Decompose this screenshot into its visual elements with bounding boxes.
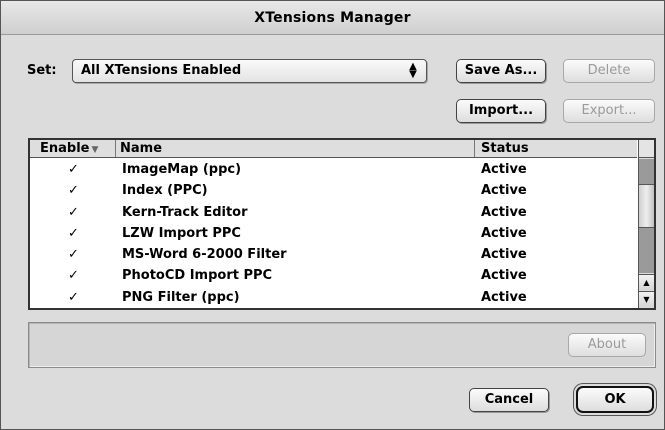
enabled-check-icon[interactable]: ✓ — [68, 180, 88, 201]
xtension-name: PNG Filter (ppc) — [122, 289, 240, 305]
xtension-status: Active — [481, 289, 527, 305]
xtension-status: Active — [481, 225, 527, 241]
xtensions-manager-dialog: XTensions Manager Set: All XTensions Ena… — [0, 0, 665, 430]
save-as-button[interactable]: Save As... — [456, 59, 546, 83]
scrollbar-thumb[interactable] — [639, 184, 654, 228]
xtensions-list: Enable ▼ Name Status ✓ ImageMap (ppc) Act… — [28, 138, 656, 310]
enabled-check-icon[interactable]: ✓ — [68, 265, 88, 286]
dialog-title: XTensions Manager — [1, 1, 664, 35]
enabled-check-icon[interactable]: ✓ — [68, 202, 88, 223]
table-row[interactable]: ✓ MS-Word 6-2000 Filter Active — [30, 244, 637, 265]
sort-indicator-icon: ▼ — [91, 145, 99, 155]
scroll-up-arrow-icon[interactable]: ▲ — [639, 274, 654, 290]
table-row[interactable]: ✓ PNG Filter (ppc) Active — [30, 287, 637, 308]
delete-button[interactable]: Delete — [563, 59, 655, 83]
xtension-status: Active — [481, 183, 527, 199]
about-button[interactable]: About — [568, 333, 646, 357]
list-header: Enable ▼ Name Status — [30, 140, 637, 158]
set-select[interactable]: All XTensions Enabled ▲ ▼ — [72, 59, 427, 83]
xtension-name: LZW Import PPC — [122, 225, 241, 241]
enabled-check-icon[interactable]: ✓ — [68, 223, 88, 244]
table-row[interactable]: ✓ Index (PPC) Active — [30, 180, 637, 201]
column-header-status[interactable]: Status — [477, 140, 637, 157]
cancel-button[interactable]: Cancel — [469, 388, 549, 412]
enabled-check-icon[interactable]: ✓ — [68, 287, 88, 308]
column-header-enable[interactable]: Enable ▼ — [30, 140, 116, 157]
import-button[interactable]: Import... — [456, 99, 546, 123]
enabled-check-icon[interactable]: ✓ — [68, 244, 88, 265]
column-header-name[interactable]: Name — [118, 140, 475, 157]
table-row[interactable]: ✓ ImageMap (ppc) Active — [30, 159, 637, 180]
xtension-status: Active — [481, 247, 527, 263]
set-label: Set: — [27, 63, 57, 78]
scrollbar-track[interactable] — [639, 159, 654, 273]
table-row[interactable]: ✓ Kern-Track Editor Active — [30, 202, 637, 223]
xtension-name: Kern-Track Editor — [122, 204, 248, 220]
xtension-status: Active — [481, 204, 527, 220]
enabled-check-icon[interactable]: ✓ — [68, 159, 88, 180]
scrollbar-header-corner — [639, 140, 654, 158]
description-panel: About — [28, 322, 656, 368]
xtension-status: Active — [481, 268, 527, 284]
xtension-status: Active — [481, 162, 527, 177]
set-selected-value: All XTensions Enabled — [81, 63, 242, 78]
xtension-name: Index (PPC) — [122, 183, 208, 199]
xtension-name: MS-Word 6-2000 Filter — [122, 247, 287, 263]
export-button[interactable]: Export... — [563, 99, 655, 123]
table-row[interactable]: ✓ LZW Import PPC Active — [30, 223, 637, 244]
xtension-name: ImageMap (ppc) — [122, 162, 242, 177]
ok-button[interactable]: OK — [576, 386, 654, 413]
select-arrows-icon: ▲ ▼ — [409, 61, 417, 80]
list-scrollbar[interactable]: ▲ ▼ — [638, 140, 654, 308]
table-row[interactable]: ✓ PhotoCD Import PPC Active — [30, 265, 637, 286]
xtension-name: PhotoCD Import PPC — [122, 268, 273, 284]
list-rows: ✓ ImageMap (ppc) Active ✓ Index (PPC) Ac… — [30, 159, 637, 308]
scroll-down-arrow-icon[interactable]: ▼ — [639, 291, 654, 307]
